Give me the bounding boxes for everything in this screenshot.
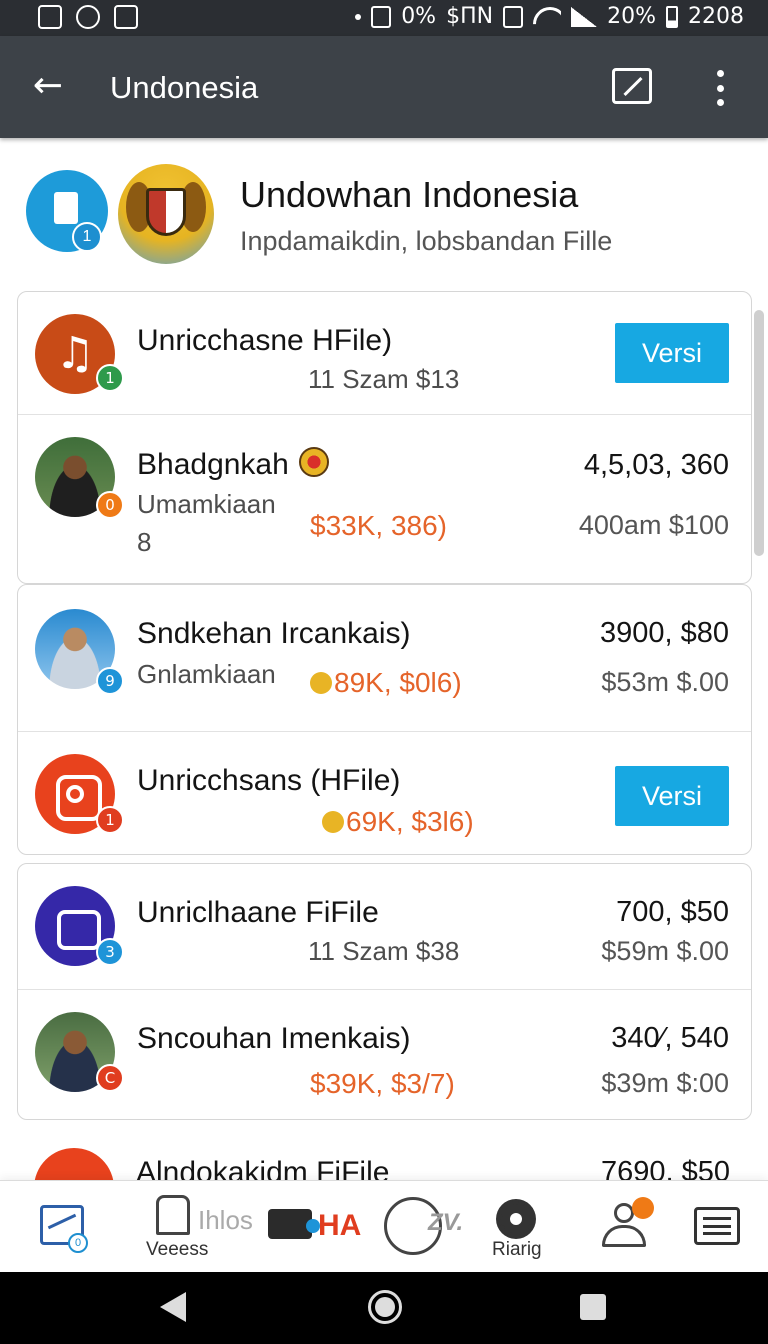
item-value: 4,5,03, 360 [583, 449, 729, 481]
emblem-icon [298, 447, 329, 477]
list-card: 3 Unriclhaane FiFile 11 Szam $38 700, $5… [17, 863, 752, 1120]
list-item[interactable]: 9 Sndkehan Ircankais) Gnlamkiaan 89K, $0… [18, 585, 751, 731]
count-badge: C [96, 1064, 124, 1092]
item-subtext-line2: 8 [137, 527, 152, 557]
item-name: Sncouhan Imenkais) [137, 1022, 411, 1055]
count-badge: 9 [96, 667, 124, 695]
settings-badge-icon [632, 1197, 654, 1219]
location-icon [76, 5, 100, 29]
gear-icon[interactable] [496, 1199, 536, 1239]
app-bar: ← Undonesia [0, 36, 768, 138]
list-item[interactable]: 0 Bhadgnkah Umamkiaan 8 $33K, 386) 4,5,0… [18, 414, 751, 583]
item-value-secondary: $53m $.00 [601, 667, 729, 697]
clock: 2208 [688, 4, 744, 29]
signal-icon [571, 6, 598, 27]
bottom-nav: 0 Ihlos Veeess HA ZV. Riarig [0, 1180, 768, 1272]
price-accent: $33K, 386) [310, 510, 447, 541]
app-badge: 1 [72, 222, 102, 252]
list-item[interactable]: C Sncouhan Imenkais) $39K, $3/7) 340⁄, 5… [18, 989, 751, 1119]
price-accent: 69K, $3l6) [322, 806, 474, 838]
item-value: 700, $50 [616, 896, 729, 928]
system-back-icon[interactable] [160, 1292, 186, 1322]
nav-badge: 0 [68, 1233, 88, 1253]
item-subtext: Umamkiaan [137, 489, 276, 519]
app-icon [34, 1148, 114, 1180]
nav-seal-text: ZV. [428, 1209, 464, 1236]
item-name: Bhadgnkah [137, 447, 329, 482]
price-accent: $39K, $3/7) [310, 1068, 455, 1099]
signal-percent: 20% [607, 4, 656, 29]
network-text: $ΠN [446, 4, 494, 29]
profile-header: 1 Undowhan Indonesia Inpdamaikdin, lobsb… [0, 140, 768, 288]
scrollbar[interactable] [754, 310, 764, 556]
item-value-secondary: $39m $:00 [601, 1068, 729, 1098]
notification-box-icon [371, 5, 392, 28]
item-value: 7690, $50 [600, 1156, 730, 1180]
item-name: Sndkehan Ircankais) [137, 617, 411, 650]
list-item[interactable]: 1 Unricchasne HFile) 11 Szam $13 Versi [18, 292, 751, 414]
item-value: 3900, $80 [599, 617, 729, 649]
dot-icon [355, 13, 362, 20]
item-name: Unricchasne HFile) [137, 324, 393, 357]
nav-label[interactable]: Riarig [492, 1239, 542, 1261]
price-accent: 89K, $0l6) [310, 667, 462, 699]
coin-icon [322, 811, 344, 833]
notification-icon [38, 5, 62, 29]
nav-label[interactable]: Veeess [146, 1239, 208, 1261]
menu-icon[interactable] [694, 1207, 740, 1245]
count-badge: 3 [96, 938, 124, 966]
list-card: 1 Unricchasne HFile) 11 Szam $13 Versi 0… [17, 291, 752, 584]
download-icon [114, 5, 138, 29]
profile-subtitle: Inpdamaikdin, lobsbandan Fille [240, 226, 613, 256]
item-subtext: Gnlamkiaan [137, 659, 276, 689]
list-card: 9 Sndkehan Ircankais) Gnlamkiaan 89K, $0… [17, 584, 752, 855]
system-indicators: 0% $ΠN 20% 2208 [355, 4, 744, 29]
versi-button[interactable]: Versi [615, 323, 729, 383]
back-arrow-icon[interactable]: ← [28, 66, 68, 106]
count-badge: 0 [96, 491, 124, 519]
item-value-secondary: $59m $.00 [601, 936, 729, 966]
item-name: Unriclhaane FiFile [137, 896, 379, 929]
nav-brand-text: HA [318, 1209, 362, 1242]
national-emblem-icon [118, 164, 214, 264]
battery-percent: 0% [401, 4, 437, 29]
item-value: 340⁄, 540 [611, 1022, 729, 1054]
notification-icons [38, 5, 138, 29]
sim-icon [503, 5, 524, 28]
item-subtext: 11 Szam $13 [308, 364, 460, 394]
system-nav-bar [0, 1272, 768, 1344]
nav-ghost-text: Ihlos [198, 1205, 253, 1235]
item-value-secondary: 400am $100 [578, 510, 729, 540]
count-badge: 1 [96, 364, 124, 392]
item-name: Alndokakidm FiFile [136, 1156, 390, 1180]
app-bar-title: Undonesia [110, 70, 259, 105]
count-badge: 1 [96, 806, 124, 834]
system-home-icon[interactable] [368, 1290, 402, 1324]
versi-button[interactable]: Versi [615, 766, 729, 826]
home-icon[interactable] [156, 1195, 190, 1235]
item-subtext: 11 Szam $38 [308, 936, 460, 966]
more-options-icon[interactable] [700, 68, 740, 108]
battery-icon [666, 5, 678, 28]
wifi-icon [533, 7, 561, 27]
item-name: Unricchsans (HFile) [137, 764, 401, 797]
profile-title: Undowhan Indonesia [240, 174, 579, 215]
list-item-partial[interactable]: Alndokakidm FiFile 7690, $50 [17, 1140, 752, 1180]
edit-icon[interactable] [612, 68, 652, 104]
status-bar: 0% $ΠN 20% 2208 [0, 0, 768, 36]
coin-icon [310, 672, 332, 694]
list-item[interactable]: 1 Unricchsans (HFile) 69K, $3l6) Versi [18, 731, 751, 854]
list-item[interactable]: 3 Unriclhaane FiFile 11 Szam $38 700, $5… [18, 864, 751, 989]
system-recents-icon[interactable] [580, 1294, 606, 1320]
